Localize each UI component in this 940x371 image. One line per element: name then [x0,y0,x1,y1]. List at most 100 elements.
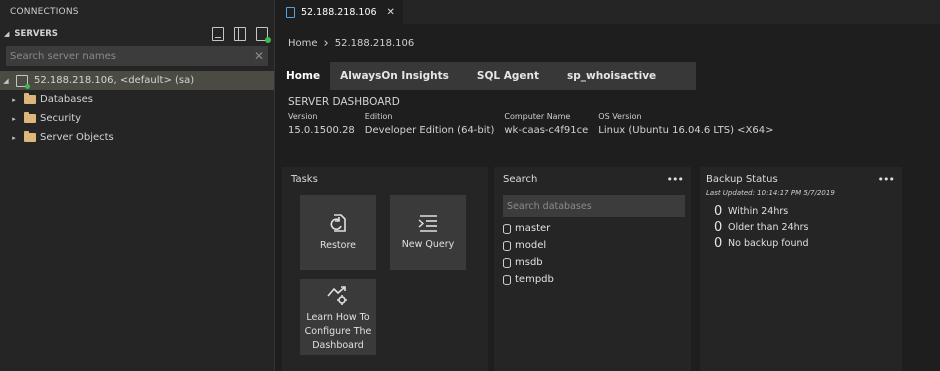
tile-label: Restore [319,240,357,251]
folder-icon [24,131,36,142]
database-name: master [515,223,551,234]
tree-item-server-objects[interactable]: ▸ Server Objects [0,128,274,147]
folder-icon [24,93,36,104]
last-updated-text: Last Updated: 10:14:17 PM 5/7/2019 [706,189,835,197]
tree-item-databases[interactable]: ▸ Databases [0,90,274,109]
backup-row-within-24hrs: 0 Within 24hrs [700,203,902,219]
tab-alwayson-insights[interactable]: AlwaysOn Insights [330,62,459,90]
list-item-database[interactable]: tempdb [494,271,691,288]
editor-tab-server[interactable]: 52.188.218.106 ✕ [276,0,403,24]
widget-title: Backup Status [706,173,778,185]
learn-configure-icon [327,285,347,305]
tasks-widget: Tasks Restore New Query Learn How To Con… [282,167,488,371]
server-properties: Version 15.0.1500.28 Edition Developer E… [288,112,928,136]
database-name: msdb [515,257,543,268]
editor-tab-bar: 52.188.218.106 ✕ [276,0,940,24]
widget-title: Tasks [291,173,318,185]
collapse-triangle-icon[interactable]: ◢ [4,30,9,38]
database-search-input[interactable] [507,200,685,212]
dashboard-widgets: Tasks Restore New Query Learn How To Con… [282,167,940,371]
prop-label: Edition [364,112,393,121]
backup-label: No backup found [728,237,809,249]
servers-section-header[interactable]: ◢ SERVERS [0,24,274,44]
database-icon [503,274,511,285]
tab-title: 52.188.218.106 [301,6,377,18]
database-list: master model msdb tempdb [494,220,691,288]
restore-icon [330,214,346,232]
tab-home[interactable]: Home [276,62,331,90]
backup-status-widget: Backup Status ••• Last Updated: 10:14:17… [700,167,902,371]
tab-sp-whoisactive[interactable]: sp_whoisactive [557,62,697,90]
backup-count: 0 [714,235,723,251]
new-query-icon [418,215,437,232]
learn-configure-task-tile[interactable]: Learn How To Configure The Dashboard [300,279,376,355]
editor-area: 52.188.218.106 ✕ Home › 52.188.218.106 H… [276,0,940,371]
prop-edition: Edition Developer Edition (64-bit) [365,112,495,136]
folder-icon [24,112,36,123]
more-options-icon[interactable]: ••• [667,173,684,186]
new-query-task-tile[interactable]: New Query [390,195,466,270]
backup-status-list: 0 Within 24hrs 0 Older than 24hrs 0 No b… [700,203,902,251]
dashboard-title: SERVER DASHBOARD [288,96,400,108]
file-icon [286,6,295,18]
breadcrumb-home[interactable]: Home [288,38,318,49]
prop-label: OS Version [598,112,642,121]
dashboard-tabs: Home AlwaysOn Insights SQL Agent sp_whoi… [276,62,940,90]
database-name: tempdb [515,274,554,285]
more-options-icon[interactable]: ••• [878,173,895,186]
prop-value: 15.0.1500.28 [288,125,355,136]
new-server-group-icon[interactable] [234,27,246,41]
backup-count: 0 [714,203,723,219]
tree-item-server[interactable]: ◢ 52.188.218.106 , <default> (sa) [0,71,274,90]
server-connected-icon [16,74,30,89]
server-tree: ◢ 52.188.218.106 , <default> (sa) ▸ Data… [0,71,274,147]
chevron-right-icon: › [323,35,329,51]
tree-item-label: Security [40,113,82,124]
list-item-database[interactable]: msdb [494,254,691,271]
search-widget: Search ••• master model msdb [494,167,691,371]
expanded-arrow-icon[interactable]: ◢ [0,77,12,85]
close-tab-icon[interactable]: ✕ [387,7,395,18]
tree-item-label: Databases [40,94,93,105]
servers-section-label: SERVERS [14,29,58,39]
breadcrumb: Home › 52.188.218.106 [276,24,940,62]
backup-label: Older than 24hrs [728,221,809,233]
prop-computer-name: Computer Name wk-caas-c4f91ce [504,112,588,136]
database-search-box [503,195,685,217]
restore-task-tile[interactable]: Restore [300,195,376,270]
prop-value: Developer Edition (64-bit) [364,125,495,136]
prop-version: Version 15.0.1500.28 [288,112,355,136]
collapsed-arrow-icon[interactable]: ▸ [8,96,20,104]
connections-sidebar: CONNECTIONS ◢ SERVERS ✕ ◢ 52.188.218.106… [0,0,275,371]
server-detail: , <default> (sa) [113,75,195,86]
collapsed-arrow-icon[interactable]: ▸ [8,134,20,142]
breadcrumb-current: 52.188.218.106 [334,37,415,49]
tree-item-security[interactable]: ▸ Security [0,109,274,128]
list-item-database[interactable]: master [494,220,691,237]
backup-row-no-backup: 0 No backup found [700,235,902,251]
database-icon [503,240,511,251]
clear-search-icon[interactable]: ✕ [251,49,267,63]
prop-value: wk-caas-c4f91ce [504,125,589,136]
list-item-database[interactable]: model [494,237,691,254]
database-icon [503,223,511,234]
widget-title: Search [503,173,538,185]
server-dashboard-header: SERVER DASHBOARD Version 15.0.1500.28 Ed… [276,90,940,142]
backup-widget-header: Backup Status ••• [700,167,902,191]
prop-os-version: OS Version Linux (Ubuntu 16.04.6 LTS) <X… [598,112,773,136]
collapsed-arrow-icon[interactable]: ▸ [8,115,20,123]
new-connection-icon[interactable] [212,27,224,41]
database-icon [503,257,511,268]
tab-sql-agent[interactable]: SQL Agent [458,62,558,90]
tree-item-label: Server Objects [40,132,114,143]
database-name: model [515,240,547,251]
server-name: 52.188.218.106 [34,75,114,86]
show-active-connections-icon[interactable] [256,27,271,43]
prop-label: Version [288,112,318,121]
sidebar-header: CONNECTIONS [10,7,79,17]
prop-label: Computer Name [504,112,571,121]
search-widget-header: Search ••• [494,167,691,191]
server-search-input[interactable] [10,50,251,62]
backup-label: Within 24hrs [728,205,789,217]
prop-value: Linux (Ubuntu 16.04.6 LTS) <X64> [598,125,774,136]
